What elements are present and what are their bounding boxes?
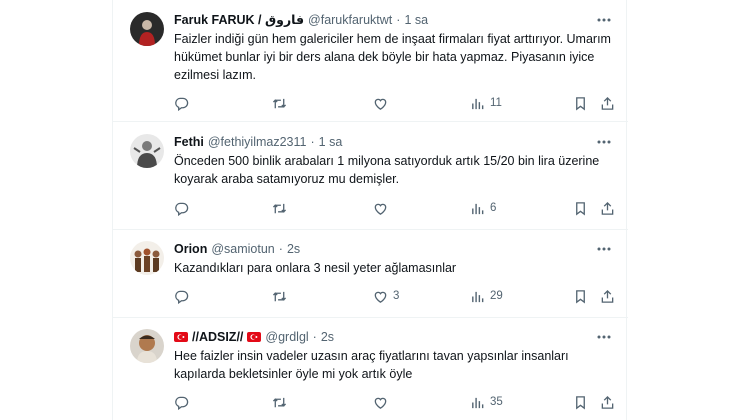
views-icon	[472, 203, 484, 214]
like-button[interactable]	[373, 394, 393, 410]
share-button[interactable]	[600, 288, 615, 304]
tweet-card[interactable]: //ADSIZ// @grdlgl · 2s Hee faizler insin…	[113, 318, 628, 420]
reply-icon	[175, 97, 189, 111]
tweet-text: Önceden 500 binlik arabaları 1 milyona s…	[174, 154, 600, 186]
separator-dot: ·	[312, 330, 317, 344]
share-icon	[601, 395, 614, 409]
reply-icon	[175, 202, 189, 216]
bookmark-button[interactable]	[573, 394, 588, 410]
bookmark-icon	[576, 395, 585, 409]
retweet-button[interactable]	[272, 95, 292, 111]
tweet-card[interactable]: Orion @samiotun · 2s Kazandıkları para o…	[113, 230, 628, 318]
more-icon[interactable]	[596, 329, 612, 345]
user-handle[interactable]: @fethiyilmaz2311	[208, 134, 307, 150]
tweet-actions: 3 29	[174, 288, 614, 304]
bookmark-icon	[576, 96, 585, 110]
retweet-icon	[272, 397, 287, 407]
tweet-text: Hee faizler insin vadeler uzasın araç fi…	[174, 349, 569, 381]
separator-dot: ·	[310, 135, 315, 149]
bookmark-button[interactable]	[573, 200, 588, 216]
avatar[interactable]	[130, 329, 164, 363]
avatar[interactable]	[130, 12, 164, 46]
separator-dot: ·	[396, 13, 401, 27]
retweet-icon	[272, 98, 287, 108]
tweet-text: Kazandıkları para onlara 3 nesil yeter a…	[174, 261, 457, 275]
views-icon	[472, 291, 484, 302]
tweet-feed: Faruk FARUK / فاروق @farukfaruktwt · 1 s…	[112, 0, 628, 420]
like-icon	[374, 203, 387, 215]
tweet-header: Faruk FARUK / فاروق @farukfaruktwt · 1 s…	[174, 12, 428, 28]
like-icon	[374, 291, 387, 303]
tweet-actions: 11	[174, 95, 614, 111]
share-icon	[601, 201, 614, 215]
retweet-icon	[272, 203, 287, 213]
user-handle[interactable]: @samiotun	[211, 241, 274, 257]
view-count: 11	[490, 97, 502, 109]
display-name[interactable]: Fethi	[174, 134, 204, 150]
retweet-button[interactable]	[272, 288, 292, 304]
display-name[interactable]: //ADSIZ//	[192, 329, 243, 345]
user-handle[interactable]: @farukfaruktwt	[308, 12, 392, 28]
retweet-button[interactable]	[272, 394, 292, 410]
tweet-card[interactable]: Fethi @fethiyilmaz2311 · 1 sa Önceden 50…	[113, 122, 628, 230]
display-name[interactable]: Faruk FARUK / فاروق	[174, 12, 304, 28]
tweet-header: Fethi @fethiyilmaz2311 · 1 sa	[174, 134, 342, 150]
views-icon	[472, 98, 484, 109]
tweet-card[interactable]: Faruk FARUK / فاروق @farukfaruktwt · 1 s…	[113, 0, 628, 122]
timestamp[interactable]: 2s	[321, 329, 334, 345]
tweet-header: //ADSIZ// @grdlgl · 2s	[174, 329, 334, 345]
reply-icon	[175, 396, 189, 410]
views-button[interactable]: 6	[470, 200, 496, 216]
more-icon[interactable]	[596, 12, 612, 28]
tweet-actions: 35	[174, 394, 614, 410]
views-button[interactable]: 29	[470, 288, 503, 304]
share-icon	[601, 96, 614, 110]
tweet-actions: 6	[174, 200, 614, 216]
more-icon[interactable]	[596, 134, 612, 150]
timestamp[interactable]: 1 sa	[404, 12, 428, 28]
like-icon	[374, 98, 387, 110]
reply-icon	[175, 290, 189, 304]
retweet-button[interactable]	[272, 200, 292, 216]
views-button[interactable]: 11	[470, 95, 502, 111]
reply-button[interactable]	[174, 95, 194, 111]
view-count: 35	[490, 396, 503, 408]
share-icon	[601, 289, 614, 303]
turkey-flag-icon	[174, 332, 188, 342]
share-button[interactable]	[600, 394, 615, 410]
like-icon	[374, 397, 387, 409]
like-button[interactable]	[373, 200, 393, 216]
avatar[interactable]	[130, 241, 164, 275]
bookmark-button[interactable]	[573, 288, 588, 304]
timestamp[interactable]: 2s	[287, 241, 300, 257]
like-button[interactable]: 3	[373, 288, 399, 304]
timestamp[interactable]: 1 sa	[319, 134, 343, 150]
reply-button[interactable]	[174, 394, 194, 410]
reply-button[interactable]	[174, 288, 194, 304]
view-count: 29	[490, 290, 503, 302]
share-button[interactable]	[600, 200, 615, 216]
user-handle[interactable]: @grdlgl	[265, 329, 308, 345]
bookmark-button[interactable]	[573, 95, 588, 111]
like-button[interactable]	[373, 95, 393, 111]
tweet-text: Faizler indiği gün hem galericiler hem d…	[174, 32, 611, 82]
views-icon	[472, 397, 484, 408]
more-icon[interactable]	[596, 241, 612, 257]
views-button[interactable]: 35	[470, 394, 503, 410]
tweet-header: Orion @samiotun · 2s	[174, 241, 300, 257]
separator-dot: ·	[278, 242, 283, 256]
bookmark-icon	[576, 201, 585, 215]
reply-button[interactable]	[174, 200, 194, 216]
turkey-flag-icon	[247, 332, 262, 342]
bookmark-icon	[576, 289, 585, 303]
view-count: 6	[490, 202, 497, 214]
retweet-icon	[272, 291, 287, 301]
like-count: 3	[393, 290, 400, 302]
share-button[interactable]	[600, 95, 615, 111]
avatar[interactable]	[130, 134, 164, 168]
display-name[interactable]: Orion	[174, 241, 207, 257]
